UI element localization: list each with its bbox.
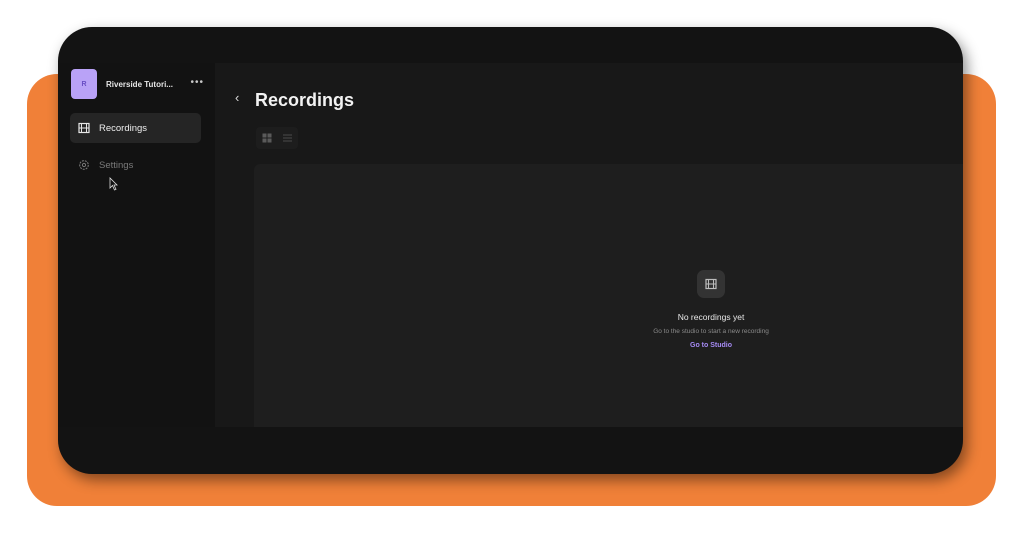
- workspace-switcher[interactable]: R Riverside Tutori... •••: [71, 69, 204, 99]
- list-view-icon[interactable]: [277, 127, 298, 149]
- recordings-panel: No recordings yet Go to the studio to st…: [254, 164, 963, 427]
- back-button[interactable]: ‹: [235, 90, 239, 105]
- app-window: R Riverside Tutori... ••• Recordings Set…: [58, 27, 963, 474]
- empty-state-title: No recordings yet: [677, 312, 745, 322]
- sidebar-item-recordings[interactable]: Recordings: [70, 113, 201, 143]
- main-content: ‹ Recordings No recordings yet Go to the…: [215, 63, 963, 427]
- empty-state-subtitle: Go to the studio to start a new recordin…: [653, 328, 769, 335]
- sidebar: R Riverside Tutori... ••• Recordings Set…: [58, 63, 215, 427]
- grid-view-icon[interactable]: [256, 127, 277, 149]
- workspace-avatar: R: [71, 69, 97, 99]
- workspace-name: Riverside Tutori...: [106, 79, 173, 89]
- go-to-studio-link[interactable]: Go to Studio: [631, 342, 791, 349]
- gear-icon: [78, 159, 90, 171]
- empty-state: No recordings yet Go to the studio to st…: [631, 270, 791, 349]
- sidebar-item-settings[interactable]: Settings: [70, 150, 201, 180]
- view-toggle: [256, 127, 298, 149]
- mouse-cursor-icon: [109, 177, 118, 191]
- film-icon: [78, 122, 90, 134]
- page-title: Recordings: [255, 90, 355, 110]
- film-icon: [697, 270, 725, 298]
- sidebar-item-label: Recordings: [99, 122, 148, 134]
- sidebar-item-label: Settings: [99, 159, 134, 171]
- more-icon[interactable]: •••: [190, 78, 204, 88]
